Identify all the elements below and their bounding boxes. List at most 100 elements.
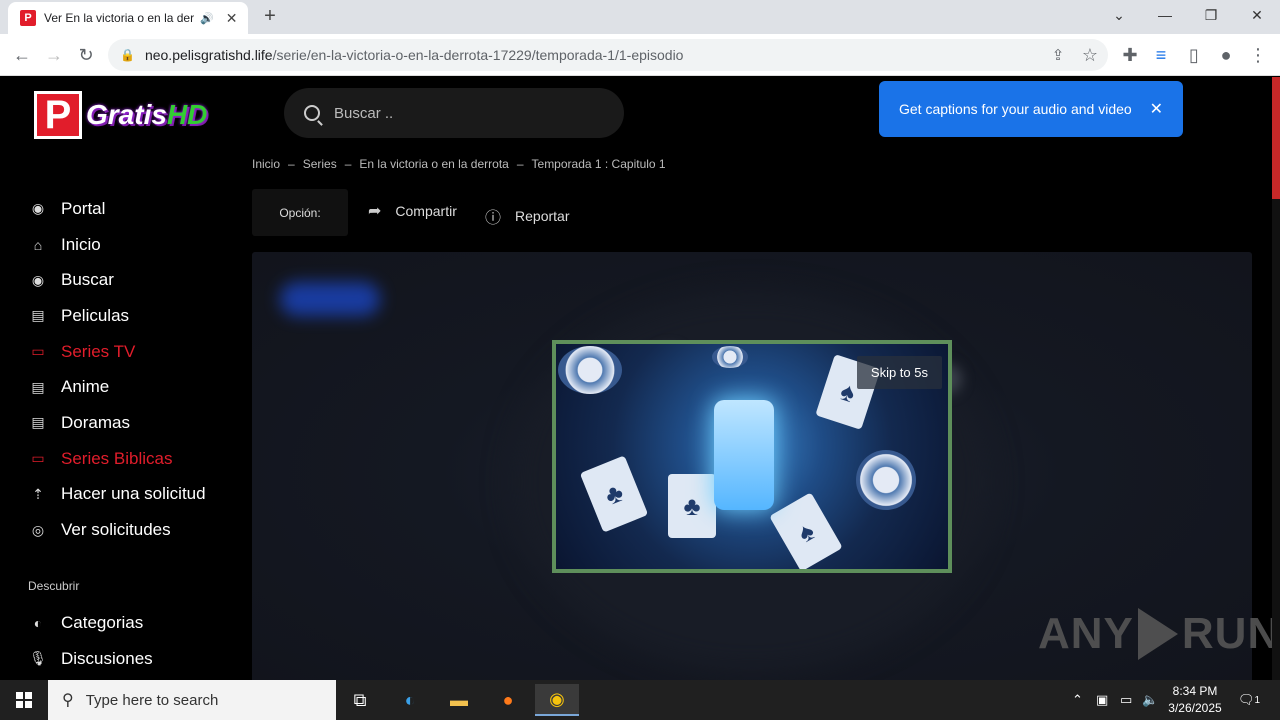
side-panel-icon[interactable]: ▯ (1182, 43, 1206, 67)
poker-chip-image (712, 346, 748, 368)
tv-icon: ▭ (31, 450, 45, 467)
taskbar-clock[interactable]: 8:34 PM 3/26/2025 (1160, 683, 1230, 717)
nav-label: Peliculas (61, 305, 130, 325)
task-view-icon[interactable]: ⧉ (338, 684, 382, 716)
nav-label: Doramas (61, 412, 130, 432)
blurred-button (280, 282, 380, 316)
url-text[interactable]: neo.pelisgratishd.life/serie/en-la-victo… (145, 47, 684, 63)
breadcrumb-item[interactable]: Inicio (252, 157, 280, 171)
browser-tab[interactable]: P Ver En la victoria o en la derrota 🔊 ✕ (8, 2, 248, 34)
notification-center-icon[interactable]: 🗨 1 (1238, 680, 1260, 720)
bookmark-star-icon[interactable]: ☆ (1078, 43, 1102, 67)
broadcast-icon: ◉ (31, 200, 45, 217)
alert-circle-icon: ⓘ (485, 210, 502, 227)
breadcrumb-item[interactable]: En la victoria o en la derrota (359, 157, 508, 171)
breadcrumb-item[interactable]: Series (303, 157, 337, 171)
share-arrow-icon: ➦ (368, 203, 382, 220)
sidebar-item-anime[interactable]: ▤ Anime (28, 369, 228, 405)
search-input[interactable] (334, 104, 584, 122)
share-page-icon[interactable]: ⇪ (1046, 43, 1070, 67)
breadcrumb-separator: – (516, 157, 524, 171)
close-window-button[interactable]: ✕ (1234, 0, 1280, 30)
sidebar-item-buscar[interactable]: ◉ Buscar (28, 262, 228, 298)
address-bar[interactable]: 🔒 neo.pelisgratishd.life/serie/en-la-vic… (108, 39, 1108, 71)
browser-tab-strip: P Ver En la victoria o en la derrota 🔊 ✕… (0, 0, 1280, 34)
site-logo[interactable]: P GratisHD (34, 89, 214, 141)
close-icon[interactable]: ✕ (1150, 99, 1163, 119)
profile-avatar-icon[interactable]: ● (1214, 43, 1238, 67)
breadcrumb: Inicio – Series – En la victoria o en la… (252, 157, 666, 171)
site-search-box[interactable] (284, 88, 624, 138)
minimize-button[interactable]: — (1142, 0, 1188, 30)
anyrun-watermark: ANY RUN (1038, 608, 1280, 660)
upload-icon: ⇡ (32, 485, 44, 502)
sidebar-item-peliculas[interactable]: ▤ Peliculas (28, 298, 228, 334)
share-label: Compartir (395, 203, 457, 219)
restore-button[interactable]: ❐ (1188, 0, 1234, 30)
menu-kebab-icon[interactable]: ⋮ (1246, 43, 1270, 67)
playing-card-image: ♠ (769, 492, 843, 569)
video-ad[interactable]: ♣ ♣ ♠ ♠ Skip to 5s (552, 340, 952, 573)
windows-taskbar: ⚲ Type here to search ⧉ ◐ ▬ ● ◉ ⌃ ▣ ▭ 🔈 … (0, 680, 1280, 720)
report-button[interactable]: ⓘ Reportar (485, 204, 569, 228)
taskbar-search[interactable]: ⚲ Type here to search (48, 680, 336, 720)
option-selector[interactable]: Opción: (252, 189, 348, 236)
network-icon[interactable]: ▣ (1096, 680, 1108, 720)
film-icon: ▤ (31, 378, 45, 395)
back-icon[interactable]: ← (10, 43, 34, 67)
live-caption-popup: Get captions for your audio and video ✕ (879, 81, 1183, 137)
sidebar-item-solicitud[interactable]: ⇡ Hacer una solicitud (28, 477, 228, 513)
sidebar-item-categorias[interactable]: ◐ Categorias (28, 605, 228, 641)
sidebar-item-doramas[interactable]: ▤ Doramas (28, 405, 228, 441)
extensions-puzzle-icon[interactable]: ✚ (1118, 43, 1142, 67)
sidebar-item-inicio[interactable]: ⌂ Inicio (28, 227, 228, 263)
watermark-right: RUN (1181, 609, 1280, 658)
skip-ad-button[interactable]: Skip to 5s (856, 356, 942, 389)
playing-card-image: ♣ (579, 455, 649, 533)
broadcast-icon: ◉ (31, 271, 45, 288)
tv-icon: ▭ (31, 343, 45, 360)
chrome-icon[interactable]: ◉ (535, 684, 579, 716)
half-circle-icon: ◐ (33, 614, 43, 631)
sidebar-item-series-biblicas[interactable]: ▭ Series Biblicas (28, 441, 228, 477)
clock-time: 8:34 PM (1172, 684, 1218, 698)
sidebar-item-series-tv[interactable]: ▭ Series TV (28, 334, 228, 370)
breadcrumb-current: Temporada 1 : Capitulo 1 (531, 157, 666, 171)
firefox-icon[interactable]: ● (486, 684, 530, 716)
sidebar-item-ver-solicitudes[interactable]: ◎ Ver solicitudes (28, 512, 228, 548)
browser-toolbar: ← → ↻ 🔒 neo.pelisgratishd.life/serie/en-… (0, 34, 1280, 76)
sidebar-item-discusiones[interactable]: 🎙 Discusiones (28, 641, 228, 677)
nav-label: Categorias (61, 612, 144, 632)
close-tab-icon[interactable]: ✕ (226, 10, 238, 27)
start-button[interactable] (0, 680, 48, 720)
show-hidden-icons-icon[interactable]: ⌃ (1072, 680, 1083, 720)
playing-card-image: ♣ (668, 474, 716, 538)
scrollbar-thumb[interactable] (1272, 77, 1280, 199)
logo-text: GratisHD (86, 99, 208, 130)
share-button[interactable]: ➦ Compartir (368, 201, 457, 221)
tab-search-chevron-icon[interactable]: ⌄ (1096, 0, 1142, 30)
new-tab-button[interactable]: + (258, 4, 282, 28)
file-explorer-icon[interactable]: ▬ (437, 684, 481, 716)
nav-label: Inicio (61, 234, 101, 254)
edge-icon[interactable]: ◐ (388, 684, 432, 716)
media-queue-icon[interactable]: ≡ (1149, 43, 1173, 67)
reload-icon[interactable]: ↻ (74, 43, 98, 67)
sidebar-item-portal[interactable]: ◉ Portal (28, 191, 228, 227)
search-icon (304, 105, 320, 121)
lock-icon[interactable]: 🔒 (120, 48, 135, 62)
ethernet-icon[interactable]: ▭ (1120, 680, 1132, 720)
sidebar-nav: ◉ Portal ⌂ Inicio ◉ Buscar ▤ Peliculas ▭ Seri… (28, 191, 228, 548)
volume-icon[interactable]: 🔈 (1142, 680, 1158, 720)
site-favicon-icon: P (20, 10, 36, 26)
speaker-icon[interactable]: 🔊 (200, 12, 214, 25)
eye-icon: ◎ (31, 521, 45, 538)
microphone-icon: 🎙 (29, 650, 47, 667)
breadcrumb-separator: – (344, 157, 352, 171)
nav-label: Series Biblicas (61, 448, 173, 468)
forward-icon[interactable]: → (42, 43, 66, 67)
poker-chip-image (856, 450, 916, 510)
watermark-left: ANY (1038, 609, 1134, 658)
nav-label: Anime (61, 377, 110, 397)
taskbar-search-placeholder: Type here to search (85, 691, 219, 709)
